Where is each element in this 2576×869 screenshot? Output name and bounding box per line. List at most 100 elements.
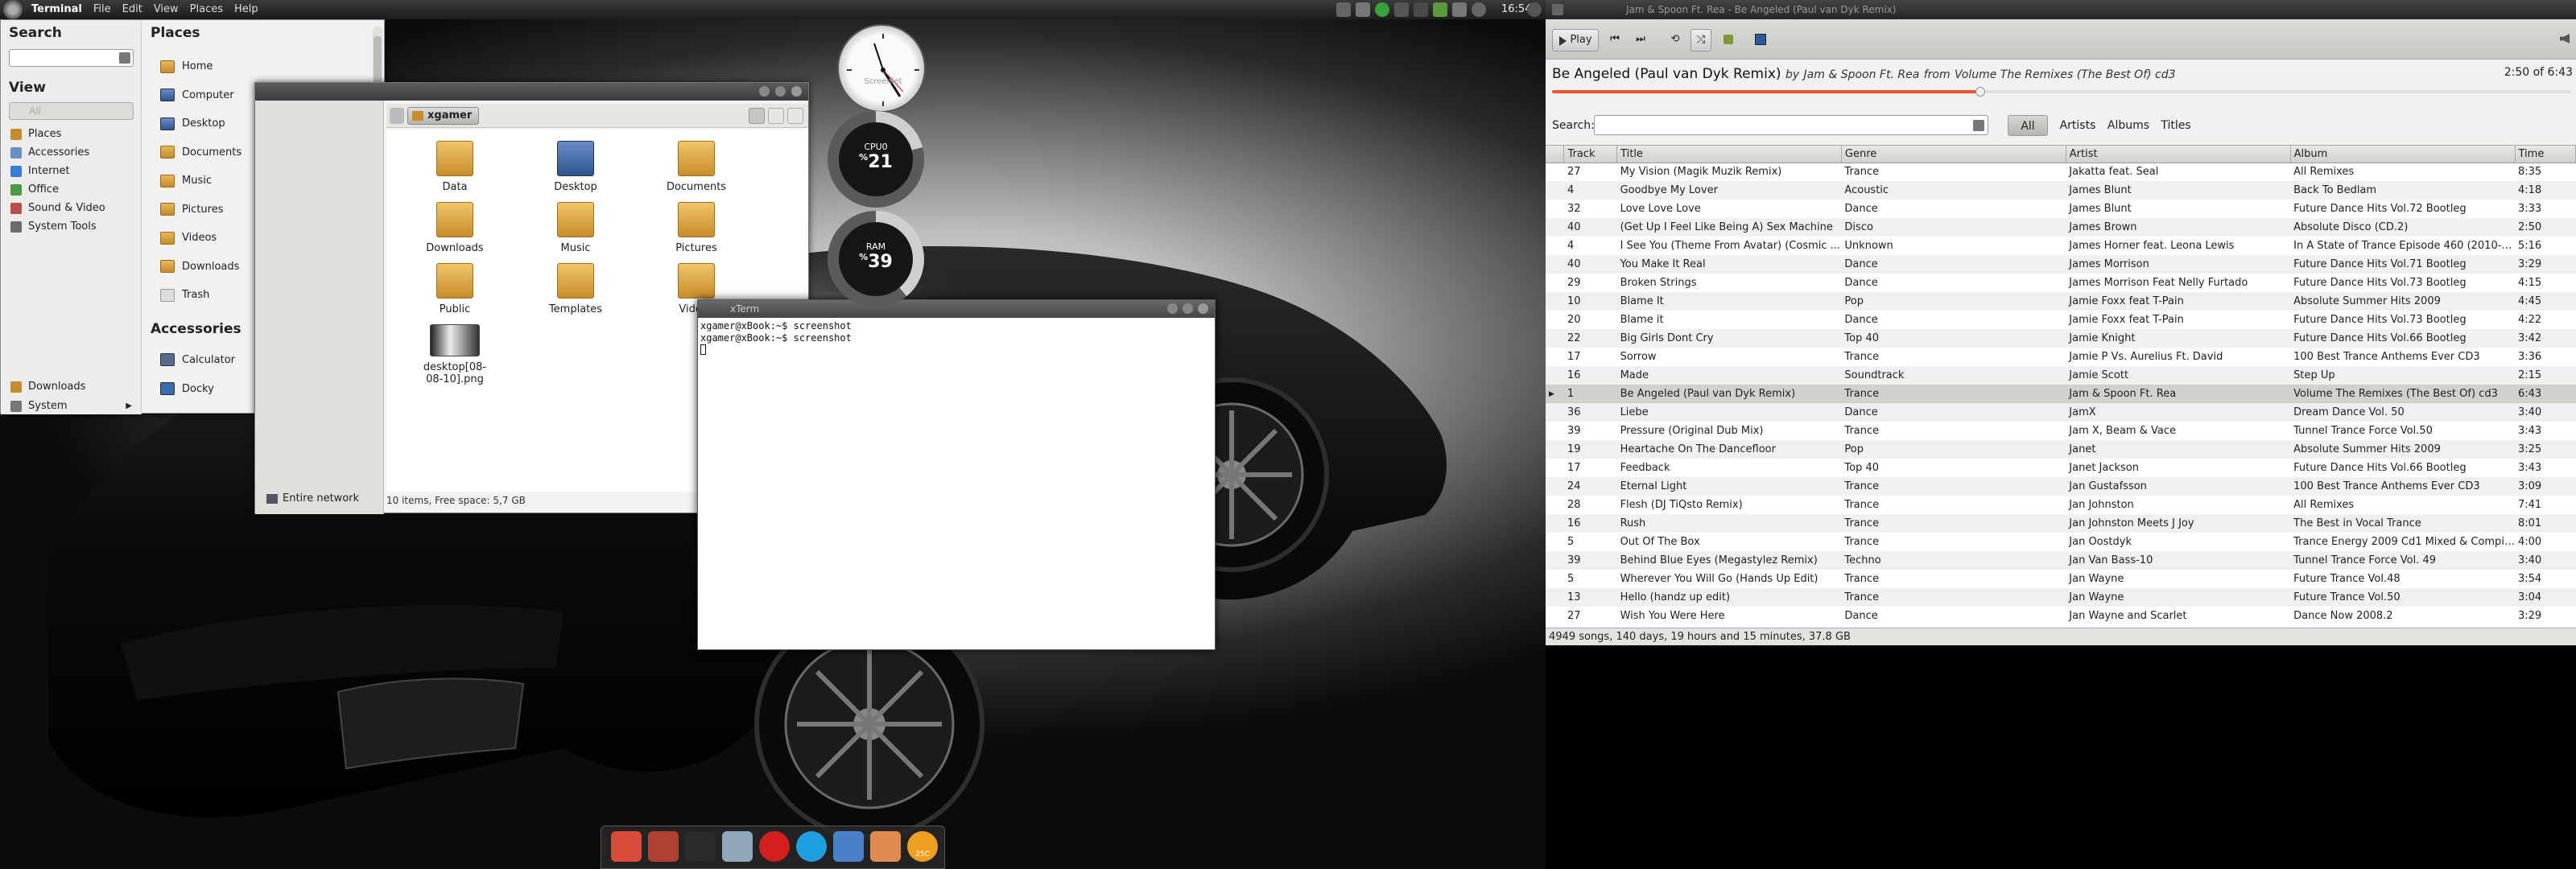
view-filter[interactable]: All [9, 102, 134, 120]
volume-icon[interactable] [1472, 2, 1486, 17]
file-item[interactable]: desktop[08-08-10].png [394, 324, 515, 385]
menu-places[interactable]: Places [184, 0, 229, 19]
column-header[interactable]: Title [1616, 146, 1842, 163]
filter-titles[interactable]: Titles [2156, 115, 2196, 136]
table-row[interactable]: 39 Behind Blue Eyes (Megastylez Remix) Tec… [1546, 551, 2576, 570]
volume-icon[interactable] [2560, 34, 2570, 43]
table-row[interactable]: ▶ 1 Be Angeled (Paul van Dyk Remix) Trance J… [1546, 385, 2576, 403]
category-item[interactable]: Places [1, 125, 142, 143]
battery-icon[interactable] [1433, 2, 1447, 17]
table-row[interactable]: 4 Goodbye My Lover Acoustic James Blunt Back… [1546, 181, 2576, 200]
minimize-icon[interactable] [1167, 303, 1178, 314]
anchor-icon[interactable] [611, 831, 642, 862]
table-row[interactable]: 22 Big Girls Dont Cry Top 40 Jamie Knight Fu… [1546, 329, 2576, 348]
back-button[interactable] [390, 108, 404, 124]
folder-item[interactable]: Desktop [515, 141, 636, 193]
menu-search-input[interactable] [9, 49, 134, 67]
shuffle-button[interactable]: ⤭ [1690, 29, 1711, 51]
place-item[interactable]: Home [144, 52, 371, 81]
folder-item[interactable]: Music [515, 202, 636, 254]
maximize-icon[interactable] [775, 86, 786, 97]
table-row[interactable]: 39 Pressure (Original Dub Mix) Trance Jam X… [1546, 422, 2576, 440]
table-row[interactable]: 32 Love Love Love Dance James Blunt Future D… [1546, 200, 2576, 218]
table-row[interactable]: 27 Wish You Were Here Dance Jan Wayne and S… [1546, 607, 2576, 625]
menu-file[interactable]: File [88, 0, 117, 19]
table-row[interactable]: 28 Flesh (DJ TiQsto Remix) Trance Jan Johns… [1546, 496, 2576, 514]
column-chooser-icon[interactable] [1546, 146, 1565, 163]
network-icon[interactable] [833, 831, 864, 862]
filter-all[interactable]: All [2008, 115, 2048, 136]
display-icon[interactable] [1336, 2, 1351, 17]
table-row[interactable]: 36 Liebe Dance JamX Dream Dance Vol. 50 3:40 [1546, 403, 2576, 422]
menu-edit[interactable]: Edit [117, 0, 148, 19]
terminal-titlebar[interactable]: xTerm [698, 300, 1215, 318]
list-view-button[interactable] [768, 108, 784, 124]
compact-view-button[interactable] [787, 108, 803, 124]
skype-icon[interactable] [796, 831, 827, 862]
table-row[interactable]: 5 Wherever You Will Go (Hands Up Edit) Tra… [1546, 570, 2576, 588]
table-row[interactable]: 5 Out Of The Box Trance Jan Oostdyk Trance E… [1546, 533, 2576, 551]
table-row[interactable]: 24 Eternal Light Trance Jan Gustafsson 100 B… [1546, 477, 2576, 496]
ram-gauge[interactable]: RAM %39 [828, 211, 924, 307]
clear-icon[interactable] [119, 52, 130, 64]
main-menu-icon[interactable] [3, 0, 23, 19]
table-row[interactable]: 19 Heartache On The Dancefloor Pop Janet Abs… [1546, 440, 2576, 459]
app-name[interactable]: Terminal [26, 0, 88, 19]
table-row[interactable]: 40 You Make It Real Dance James Morrison Fut… [1546, 255, 2576, 274]
table-row[interactable]: 16 Rush Trance Jan Johnston Meets J Joy The … [1546, 514, 2576, 533]
repeat-button[interactable]: ⟲ [1665, 29, 1686, 51]
table-row[interactable]: 40 (Get Up I Feel Like Being A) Sex Machi… [1546, 218, 2576, 237]
cpu-gauge[interactable]: CPU0 %21 [828, 111, 924, 208]
seek-bar[interactable] [1552, 87, 2571, 97]
folder-item[interactable]: Templates [515, 263, 636, 315]
bottom-system[interactable]: System ▶ [1, 397, 142, 415]
folder-item[interactable]: Public [394, 263, 515, 315]
folder-item[interactable]: Pictures [636, 202, 757, 254]
column-header[interactable]: Time [2515, 146, 2576, 163]
table-row[interactable]: 16 Made Soundtrack Jamie Scott Step Up 2:15 [1546, 366, 2576, 385]
filter-artists[interactable]: Artists [2054, 115, 2101, 136]
column-header[interactable]: Genre [1841, 146, 2066, 163]
menu-view[interactable]: View [148, 0, 184, 19]
table-row[interactable]: 17 Feedback Top 40 Janet Jackson Future Danc… [1546, 459, 2576, 477]
calendar-icon[interactable] [648, 831, 679, 862]
previous-button[interactable]: ⏮ [1604, 29, 1626, 51]
icon-view-button[interactable] [749, 108, 765, 124]
play-button[interactable]: Play [1552, 29, 1599, 51]
column-header[interactable]: Artist [2066, 146, 2291, 163]
update-icon[interactable] [1375, 2, 1389, 17]
table-row[interactable]: 20 Blame it Dance Jamie Foxx feat T-Pain Fut… [1546, 311, 2576, 329]
table-row[interactable]: 29 Broken Strings Dance James Morrison Feat… [1546, 274, 2576, 292]
library-search-input[interactable] [1594, 115, 1988, 135]
category-item[interactable]: Internet [1, 162, 142, 180]
power-icon[interactable] [1527, 2, 1542, 17]
category-item[interactable]: System Tools [1, 217, 142, 236]
terminal-icon[interactable] [685, 831, 716, 862]
window-icon[interactable] [1356, 2, 1370, 17]
screenshot-icon[interactable] [722, 831, 753, 862]
seek-handle[interactable] [1975, 87, 1985, 97]
table-row[interactable]: 17 Sorrow Trance Jamie P Vs. Aurelius Ft. D… [1546, 348, 2576, 366]
table-row[interactable]: 10 Blame It Pop Jamie Foxx feat T-Pain Absol… [1546, 292, 2576, 311]
column-header[interactable]: Track [1563, 146, 1618, 163]
bottom-downloads[interactable]: Downloads [1, 377, 142, 396]
table-row[interactable]: 4 I See You (Theme From Avatar) (Cosmic .… [1546, 237, 2576, 255]
folder-item[interactable]: Data [394, 141, 515, 193]
table-row[interactable]: 27 My Vision (Magik Muzik Remix) Trance Jak… [1546, 163, 2576, 181]
music-player-titlebar[interactable]: Jam & Spoon Ft. Rea - Be Angeled (Paul v… [1546, 0, 2576, 19]
category-item[interactable]: Sound & Video [1, 199, 142, 217]
category-item[interactable]: Office [1, 180, 142, 199]
media-icon[interactable] [870, 831, 901, 862]
column-header[interactable]: Album [2290, 146, 2516, 163]
close-icon[interactable] [791, 86, 802, 97]
folder-item[interactable]: Downloads [394, 202, 515, 254]
folder-item[interactable]: Documents [636, 141, 757, 193]
opera-icon[interactable] [759, 831, 790, 862]
network-icon[interactable] [1414, 2, 1428, 17]
clear-search-icon[interactable] [1973, 120, 1984, 131]
menu-help[interactable]: Help [229, 0, 264, 19]
mail-icon[interactable] [1452, 2, 1467, 17]
file-manager-titlebar[interactable] [255, 83, 808, 101]
music-icon[interactable] [1394, 2, 1409, 17]
terminal-output[interactable]: xgamer@xBook:~$ screenshot xgamer@xBook:… [698, 318, 1215, 358]
